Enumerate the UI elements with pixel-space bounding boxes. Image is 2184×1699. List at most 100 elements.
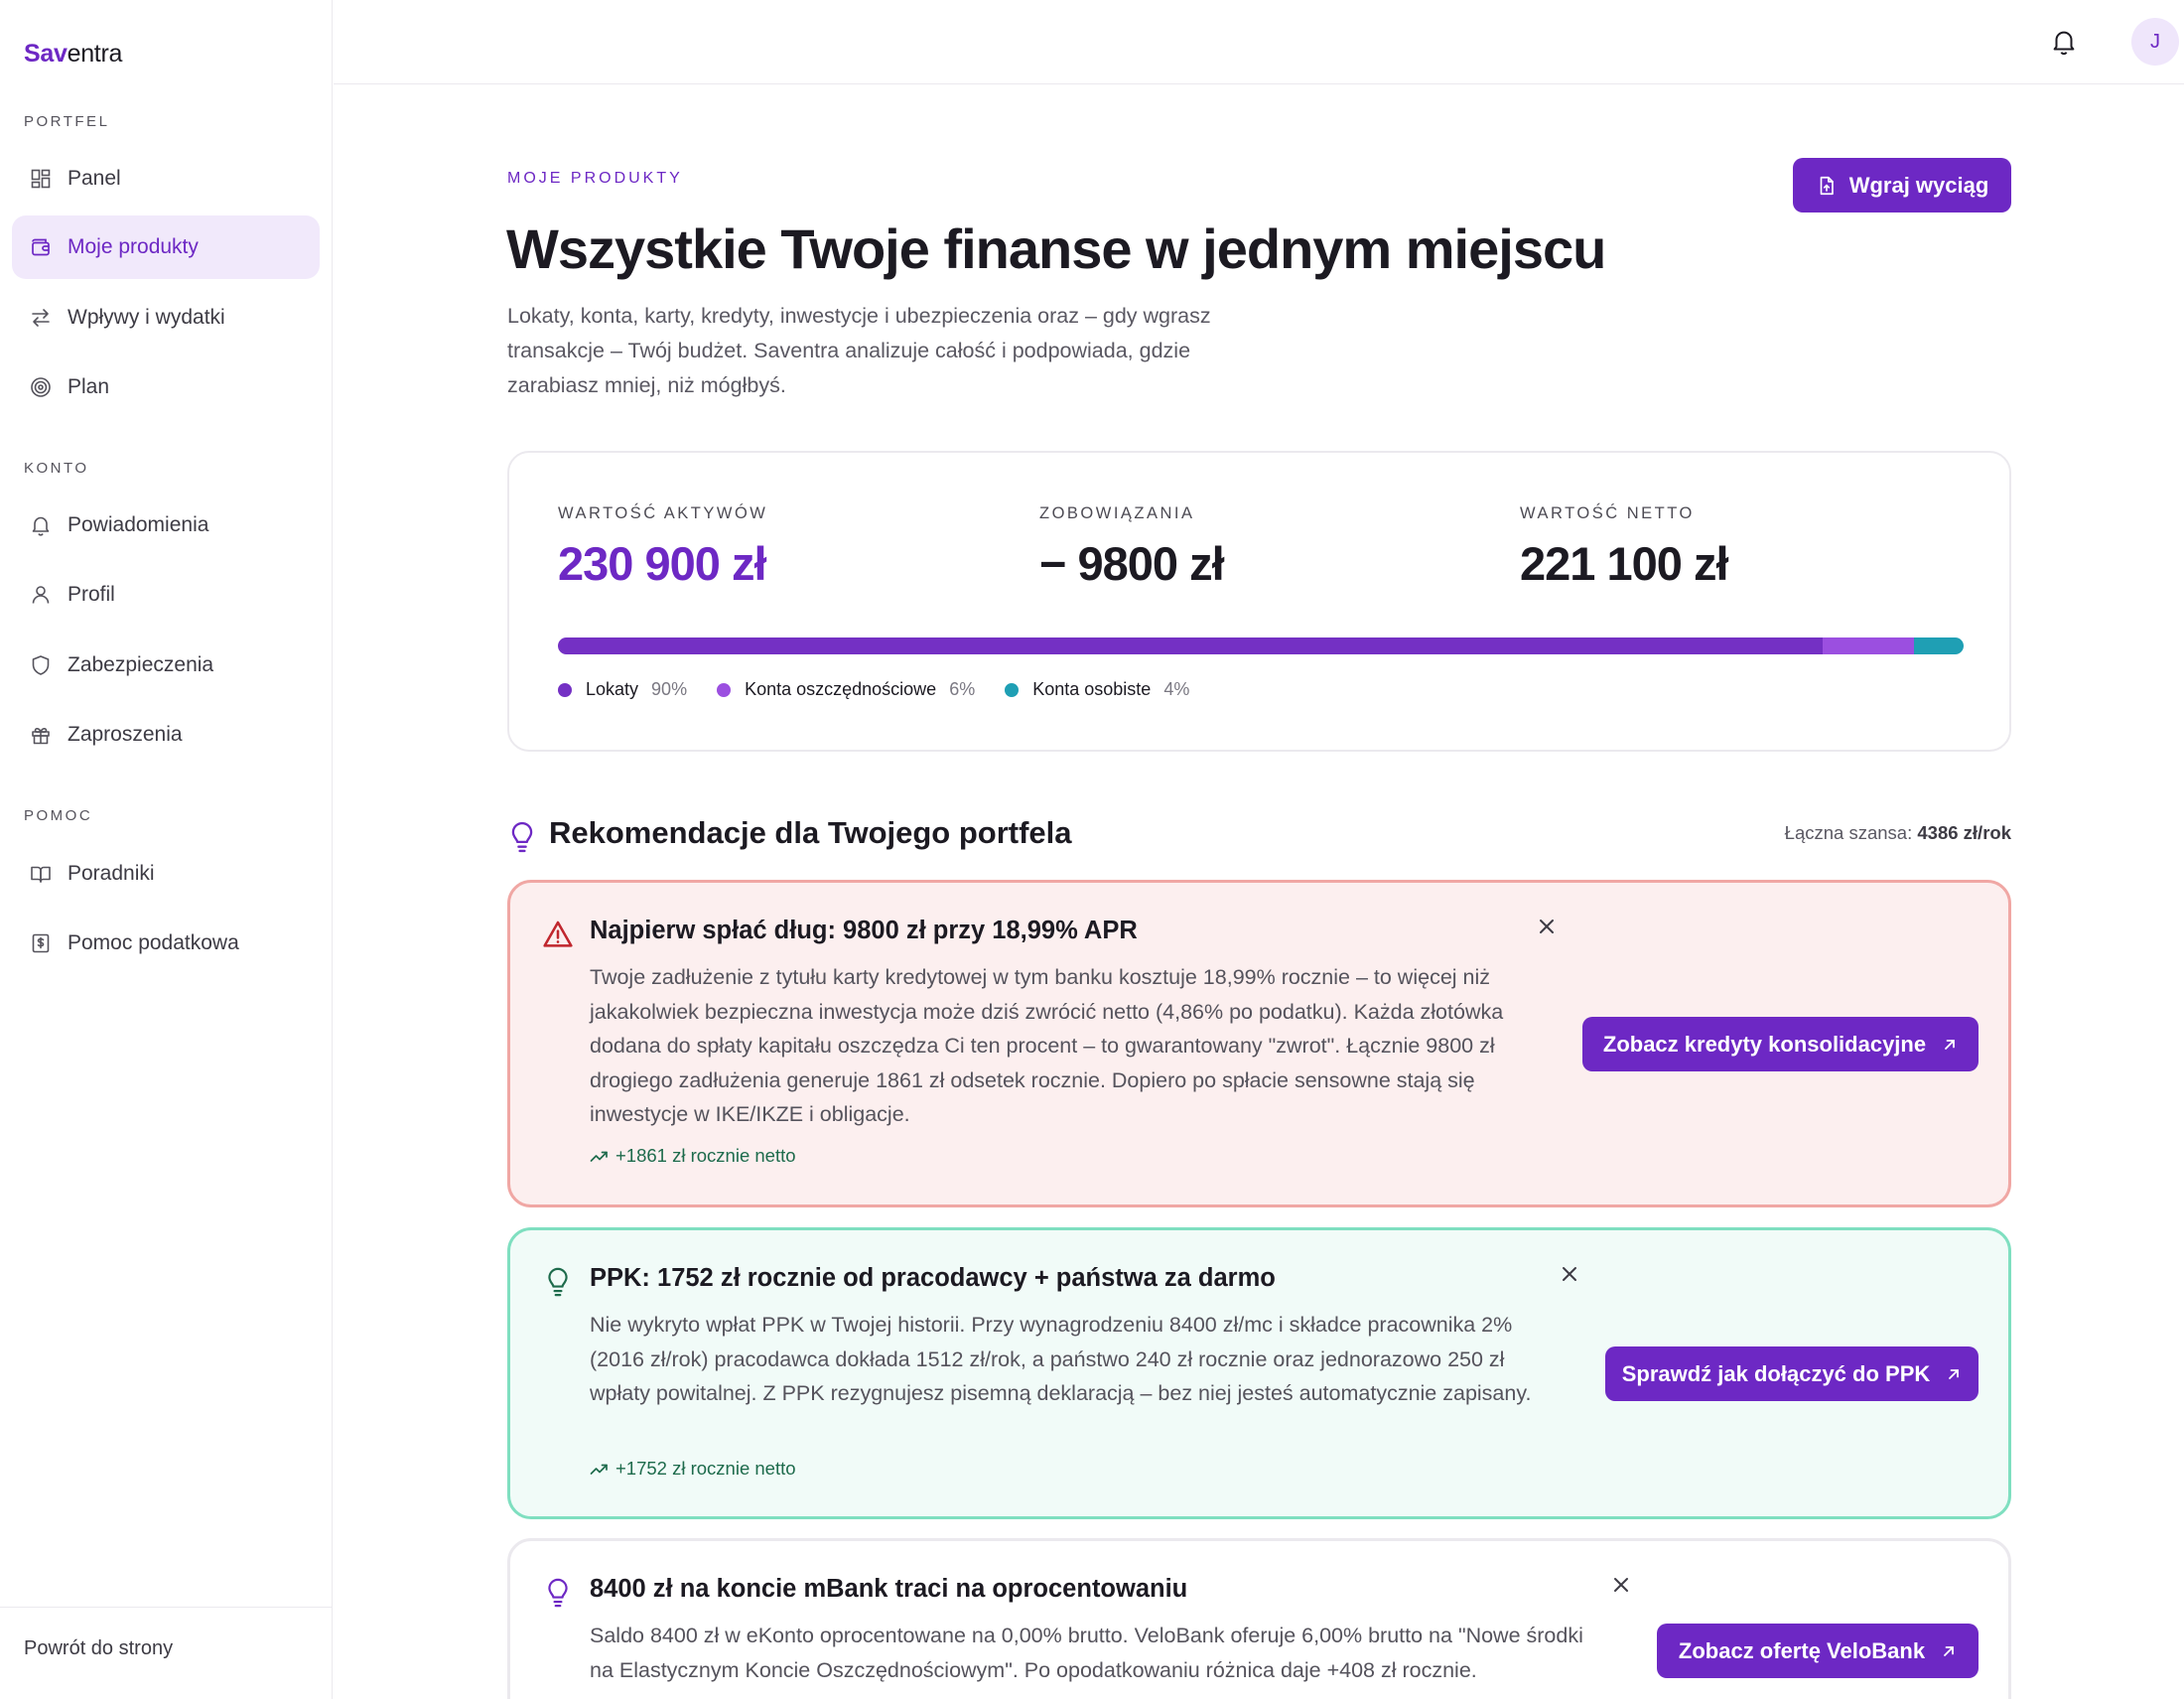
allocation-bar xyxy=(558,637,1964,654)
assets-label: WARTOŚĆ AKTYWÓW xyxy=(558,504,768,522)
recommendation-card-ppk: PPK: 1752 zł rocznie od pracodawcy + pań… xyxy=(507,1227,2011,1519)
upload-statement-button[interactable]: Wgraj wyciąg xyxy=(1793,158,2011,212)
sidebar-item-zaproszenia[interactable]: Zaproszenia xyxy=(12,703,320,767)
section-title-portfel: PORTFEL xyxy=(24,113,110,130)
dashboard-icon xyxy=(28,166,54,192)
legend-dot xyxy=(717,682,732,697)
velobank-offer-button[interactable]: Zobacz ofertę VeloBank xyxy=(1657,1624,1979,1678)
legend-item-lokaty: Lokaty 90% xyxy=(558,679,687,700)
close-icon[interactable] xyxy=(1611,1575,1631,1595)
tax-document-icon xyxy=(28,930,54,956)
recommendation-title: Najpierw spłać dług: 9800 zł przy 18,99%… xyxy=(590,917,1138,944)
sidebar-item-label: Wpływy i wydatki xyxy=(68,306,225,329)
sidebar-item-wplywy-i-wydatki[interactable]: Wpływy i wydatki xyxy=(12,286,320,350)
sidebar-item-label: Powiadomienia xyxy=(68,513,209,536)
total-opportunity-value: 4386 zł/rok xyxy=(1917,822,2011,843)
file-upload-icon xyxy=(1820,176,1834,195)
shield-icon xyxy=(28,652,54,678)
recommendation-body: Saldo 8400 zł w eKonto oprocentowane na … xyxy=(590,1624,1583,1682)
brand-logo-part2: entra xyxy=(67,40,123,68)
trending-up-icon xyxy=(590,1464,608,1475)
legend-dot xyxy=(1005,682,1020,697)
legend-name: Konta osobiste xyxy=(1032,679,1152,699)
recommendation-card-mbank: 8400 zł na koncie mBank traci na oprocen… xyxy=(507,1538,2011,1699)
sidebar-item-zabezpieczenia[interactable]: Zabezpieczenia xyxy=(12,634,320,697)
allocation-legend: Lokaty 90% Konta oszczędnościowe 6% Kont… xyxy=(558,679,1219,700)
legend-name: Konta oszczędnościowe xyxy=(745,679,937,699)
recommendation-title: 8400 zł na koncie mBank traci na oprocen… xyxy=(590,1575,1188,1603)
notifications-bell-icon[interactable] xyxy=(2049,27,2079,57)
sidebar-item-label: Poradniki xyxy=(68,862,155,885)
liabilities-label: ZOBOWIĄZANIA xyxy=(1039,504,1195,522)
legend-name: Lokaty xyxy=(586,679,639,699)
sidebar-item-label: Zaproszenia xyxy=(68,723,183,746)
user-icon xyxy=(28,582,54,608)
sidebar-item-plan[interactable]: Plan xyxy=(12,355,320,419)
sidebar-item-label: Plan xyxy=(68,375,110,398)
lightbulb-icon xyxy=(548,1267,568,1297)
legend-dot xyxy=(558,682,572,697)
close-icon[interactable] xyxy=(1537,917,1557,936)
total-opportunity: Łączna szansa: 4386 zł/rok xyxy=(1785,822,2011,844)
legend-item-konta-osobiste: Konta osobiste 4% xyxy=(1005,679,1189,700)
recommendation-card-debt: Najpierw spłać dług: 9800 zł przy 18,99%… xyxy=(507,880,2011,1207)
sidebar-item-poradniki[interactable]: Poradniki xyxy=(12,842,320,906)
sidebar-item-pomoc-podatkowa[interactable]: Pomoc podatkowa xyxy=(12,912,320,975)
recommendation-title: PPK: 1752 zł rocznie od pracodawcy + pań… xyxy=(590,1264,1276,1292)
button-label: Sprawdź jak dołączyć do PPK xyxy=(1621,1360,1931,1386)
trending-up-icon xyxy=(590,1151,608,1162)
page-title: Wszystkie Twoje finanse w jednym miejscu xyxy=(506,217,1606,280)
topbar: J xyxy=(334,0,2184,84)
close-icon[interactable] xyxy=(1560,1264,1579,1284)
recommendation-gain-text: +1861 zł rocznie netto xyxy=(615,1145,796,1166)
upload-statement-label: Wgraj wyciąg xyxy=(1848,172,1989,198)
sidebar-item-powiadomienia[interactable]: Powiadomienia xyxy=(12,494,320,557)
sidebar-item-moje-produkty[interactable]: Moje produkty xyxy=(12,215,320,279)
sidebar-item-label: Panel xyxy=(68,167,121,190)
portfolio-summary-card: WARTOŚĆ AKTYWÓW 230 900 zł ZOBOWIĄZANIA … xyxy=(507,451,2011,752)
page-description: Lokaty, konta, karty, kredyty, inwestycj… xyxy=(507,304,1211,397)
total-opportunity-label: Łączna szansa: xyxy=(1784,822,1913,843)
external-arrow-icon xyxy=(1944,1645,1954,1656)
gift-icon xyxy=(28,722,54,748)
legend-percent: 4% xyxy=(1163,679,1190,699)
sidebar-item-label: Moje produkty xyxy=(68,235,199,258)
legend-item-konta-oszczednosciowe: Konta oszczędnościowe 6% xyxy=(717,679,975,700)
external-arrow-icon xyxy=(1949,1368,1960,1379)
brand-logo-part1: Sav xyxy=(24,40,68,68)
sidebar-item-label: Pomoc podatkowa xyxy=(68,931,239,954)
sidebar-footer: Powrót do strony xyxy=(0,1607,333,1659)
page-eyebrow: MOJE PRODUKTY xyxy=(507,170,683,187)
brand-logo[interactable]: Saventra xyxy=(24,40,122,69)
net-worth-value: 221 100 zł xyxy=(1520,537,1729,590)
back-to-site-link[interactable]: Powrót do strony xyxy=(24,1637,173,1660)
allocation-segment-2 xyxy=(1914,637,1964,654)
legend-percent: 90% xyxy=(651,679,688,699)
recommendation-gain: +1861 zł rocznie netto xyxy=(590,1145,796,1167)
legend-percent: 6% xyxy=(949,679,976,699)
button-label: Zobacz ofertę VeloBank xyxy=(1678,1637,1926,1663)
assets-value: 230 900 zł xyxy=(558,537,767,590)
sidebar-item-label: Zabezpieczenia xyxy=(68,653,214,676)
allocation-segment-1 xyxy=(1823,637,1915,654)
lightbulb-icon xyxy=(511,821,533,853)
section-title-konto: KONTO xyxy=(24,460,89,477)
arrows-swap-icon xyxy=(28,305,54,331)
sidebar-item-label: Profil xyxy=(68,583,115,606)
liabilities-value: − 9800 zł xyxy=(1039,537,1225,590)
recommendation-gain: +1752 zł rocznie netto xyxy=(590,1458,796,1480)
button-label: Zobacz kredyty konsolidacyjne xyxy=(1602,1031,1927,1057)
section-title-pomoc: POMOC xyxy=(24,807,93,824)
recommendations-title: Rekomendacje dla Twojego portfela xyxy=(549,815,1072,850)
consolidation-loans-button[interactable]: Zobacz kredyty konsolidacyjne xyxy=(1582,1017,1979,1071)
join-ppk-button[interactable]: Sprawdź jak dołączyć do PPK xyxy=(1605,1346,1979,1401)
net-worth-label: WARTOŚĆ NETTO xyxy=(1520,504,1695,522)
target-icon xyxy=(28,374,54,400)
sidebar-item-profil[interactable]: Profil xyxy=(12,563,320,627)
warning-icon xyxy=(543,920,573,947)
wallet-icon xyxy=(28,234,54,260)
sidebar-item-panel[interactable]: Panel xyxy=(12,147,320,211)
sidebar: Saventra PORTFEL Panel Moje produkty Wpł… xyxy=(0,0,333,1699)
avatar[interactable]: J xyxy=(2131,18,2179,66)
lightbulb-icon xyxy=(548,1578,568,1608)
